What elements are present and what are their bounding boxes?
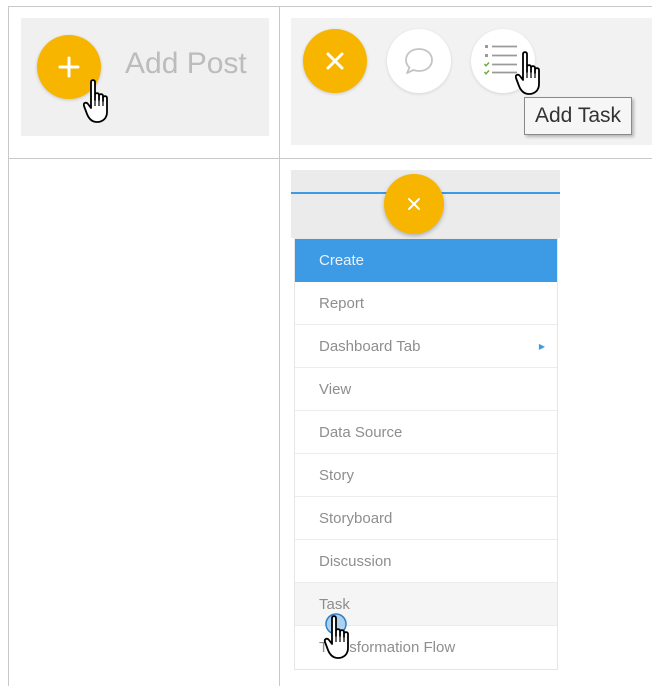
add-post-label: Add Post <box>125 47 247 80</box>
plus-icon <box>58 56 80 78</box>
menu-close-button[interactable] <box>384 174 444 234</box>
menu-item-create[interactable]: Create <box>295 239 557 282</box>
menu-item-view[interactable]: View <box>295 368 557 411</box>
table-border-row <box>8 158 652 159</box>
discussion-button[interactable] <box>387 29 451 93</box>
speech-bubble-icon <box>405 48 433 74</box>
close-icon <box>408 198 420 210</box>
table-border-top <box>8 6 652 7</box>
create-menu: Create Report Dashboard Tab ▶ View Data S… <box>291 170 560 670</box>
hand-pointer-click-icon <box>323 613 349 659</box>
menu-item-story[interactable]: Story <box>295 454 557 497</box>
close-button[interactable] <box>303 29 367 93</box>
menu-item-label: Storyboard <box>319 510 393 527</box>
add-task-tooltip: Add Task <box>524 97 632 135</box>
menu-item-label: Task <box>319 596 350 613</box>
table-border-middle <box>279 6 280 686</box>
menu-item-data-source[interactable]: Data Source <box>295 411 557 454</box>
menu-item-discussion[interactable]: Discussion <box>295 540 557 583</box>
menu-item-report[interactable]: Report <box>295 282 557 325</box>
table-border-left <box>8 6 9 686</box>
menu-item-dashboard-tab[interactable]: Dashboard Tab ▶ <box>295 325 557 368</box>
menu-item-label: Create <box>319 252 365 269</box>
menu-item-label: Report <box>319 295 365 312</box>
menu-item-label: Story <box>319 467 355 484</box>
menu-item-storyboard[interactable]: Storyboard <box>295 497 557 540</box>
hand-pointer-icon <box>515 51 540 95</box>
menu-item-label: View <box>319 381 352 398</box>
create-menu-list: Create Report Dashboard Tab ▶ View Data S… <box>294 238 558 670</box>
close-icon <box>326 52 344 70</box>
hand-pointer-icon <box>83 79 108 123</box>
submenu-arrow-icon: ▶ <box>538 342 545 351</box>
menu-item-label: Dashboard Tab <box>319 338 421 355</box>
menu-item-label: Data Source <box>319 424 403 441</box>
menu-item-label: Discussion <box>319 553 392 570</box>
